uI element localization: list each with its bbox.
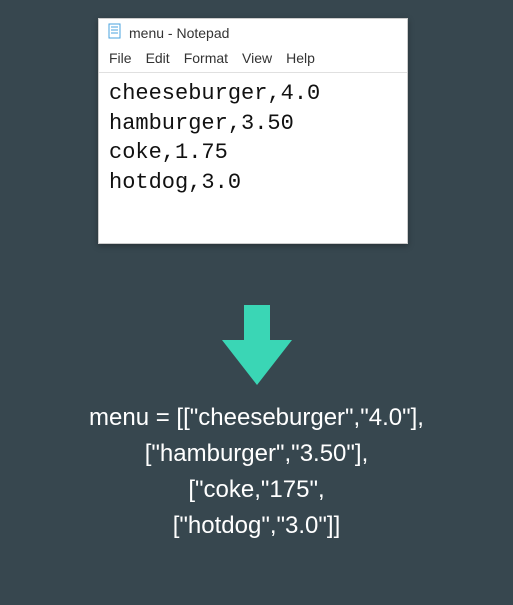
menu-file[interactable]: File — [109, 50, 132, 66]
code-line: menu = [["cheeseburger","4.0"], — [0, 400, 513, 436]
editor-line: coke,1.75 — [109, 138, 397, 168]
arrow-down-icon — [222, 305, 292, 385]
menu-view[interactable]: View — [242, 50, 272, 66]
text-editor[interactable]: cheeseburger,4.0hamburger,3.50coke,1.75h… — [99, 73, 407, 243]
code-line: ["coke,"175", — [0, 472, 513, 508]
editor-line: hamburger,3.50 — [109, 109, 397, 139]
notepad-icon — [107, 23, 123, 42]
menu-format[interactable]: Format — [184, 50, 228, 66]
menu-help[interactable]: Help — [286, 50, 315, 66]
menubar: File Edit Format View Help — [99, 46, 407, 73]
window-title: menu - Notepad — [129, 25, 229, 41]
arrow-down — [0, 305, 513, 385]
notepad-window: menu - Notepad File Edit Format View Hel… — [98, 18, 408, 244]
editor-line: hotdog,3.0 — [109, 168, 397, 198]
code-line: ["hamburger","3.50"], — [0, 436, 513, 472]
titlebar: menu - Notepad — [99, 19, 407, 46]
menu-edit[interactable]: Edit — [146, 50, 170, 66]
code-output: menu = [["cheeseburger","4.0"],["hamburg… — [0, 400, 513, 544]
code-line: ["hotdog","3.0"]] — [0, 508, 513, 544]
editor-line: cheeseburger,4.0 — [109, 79, 397, 109]
